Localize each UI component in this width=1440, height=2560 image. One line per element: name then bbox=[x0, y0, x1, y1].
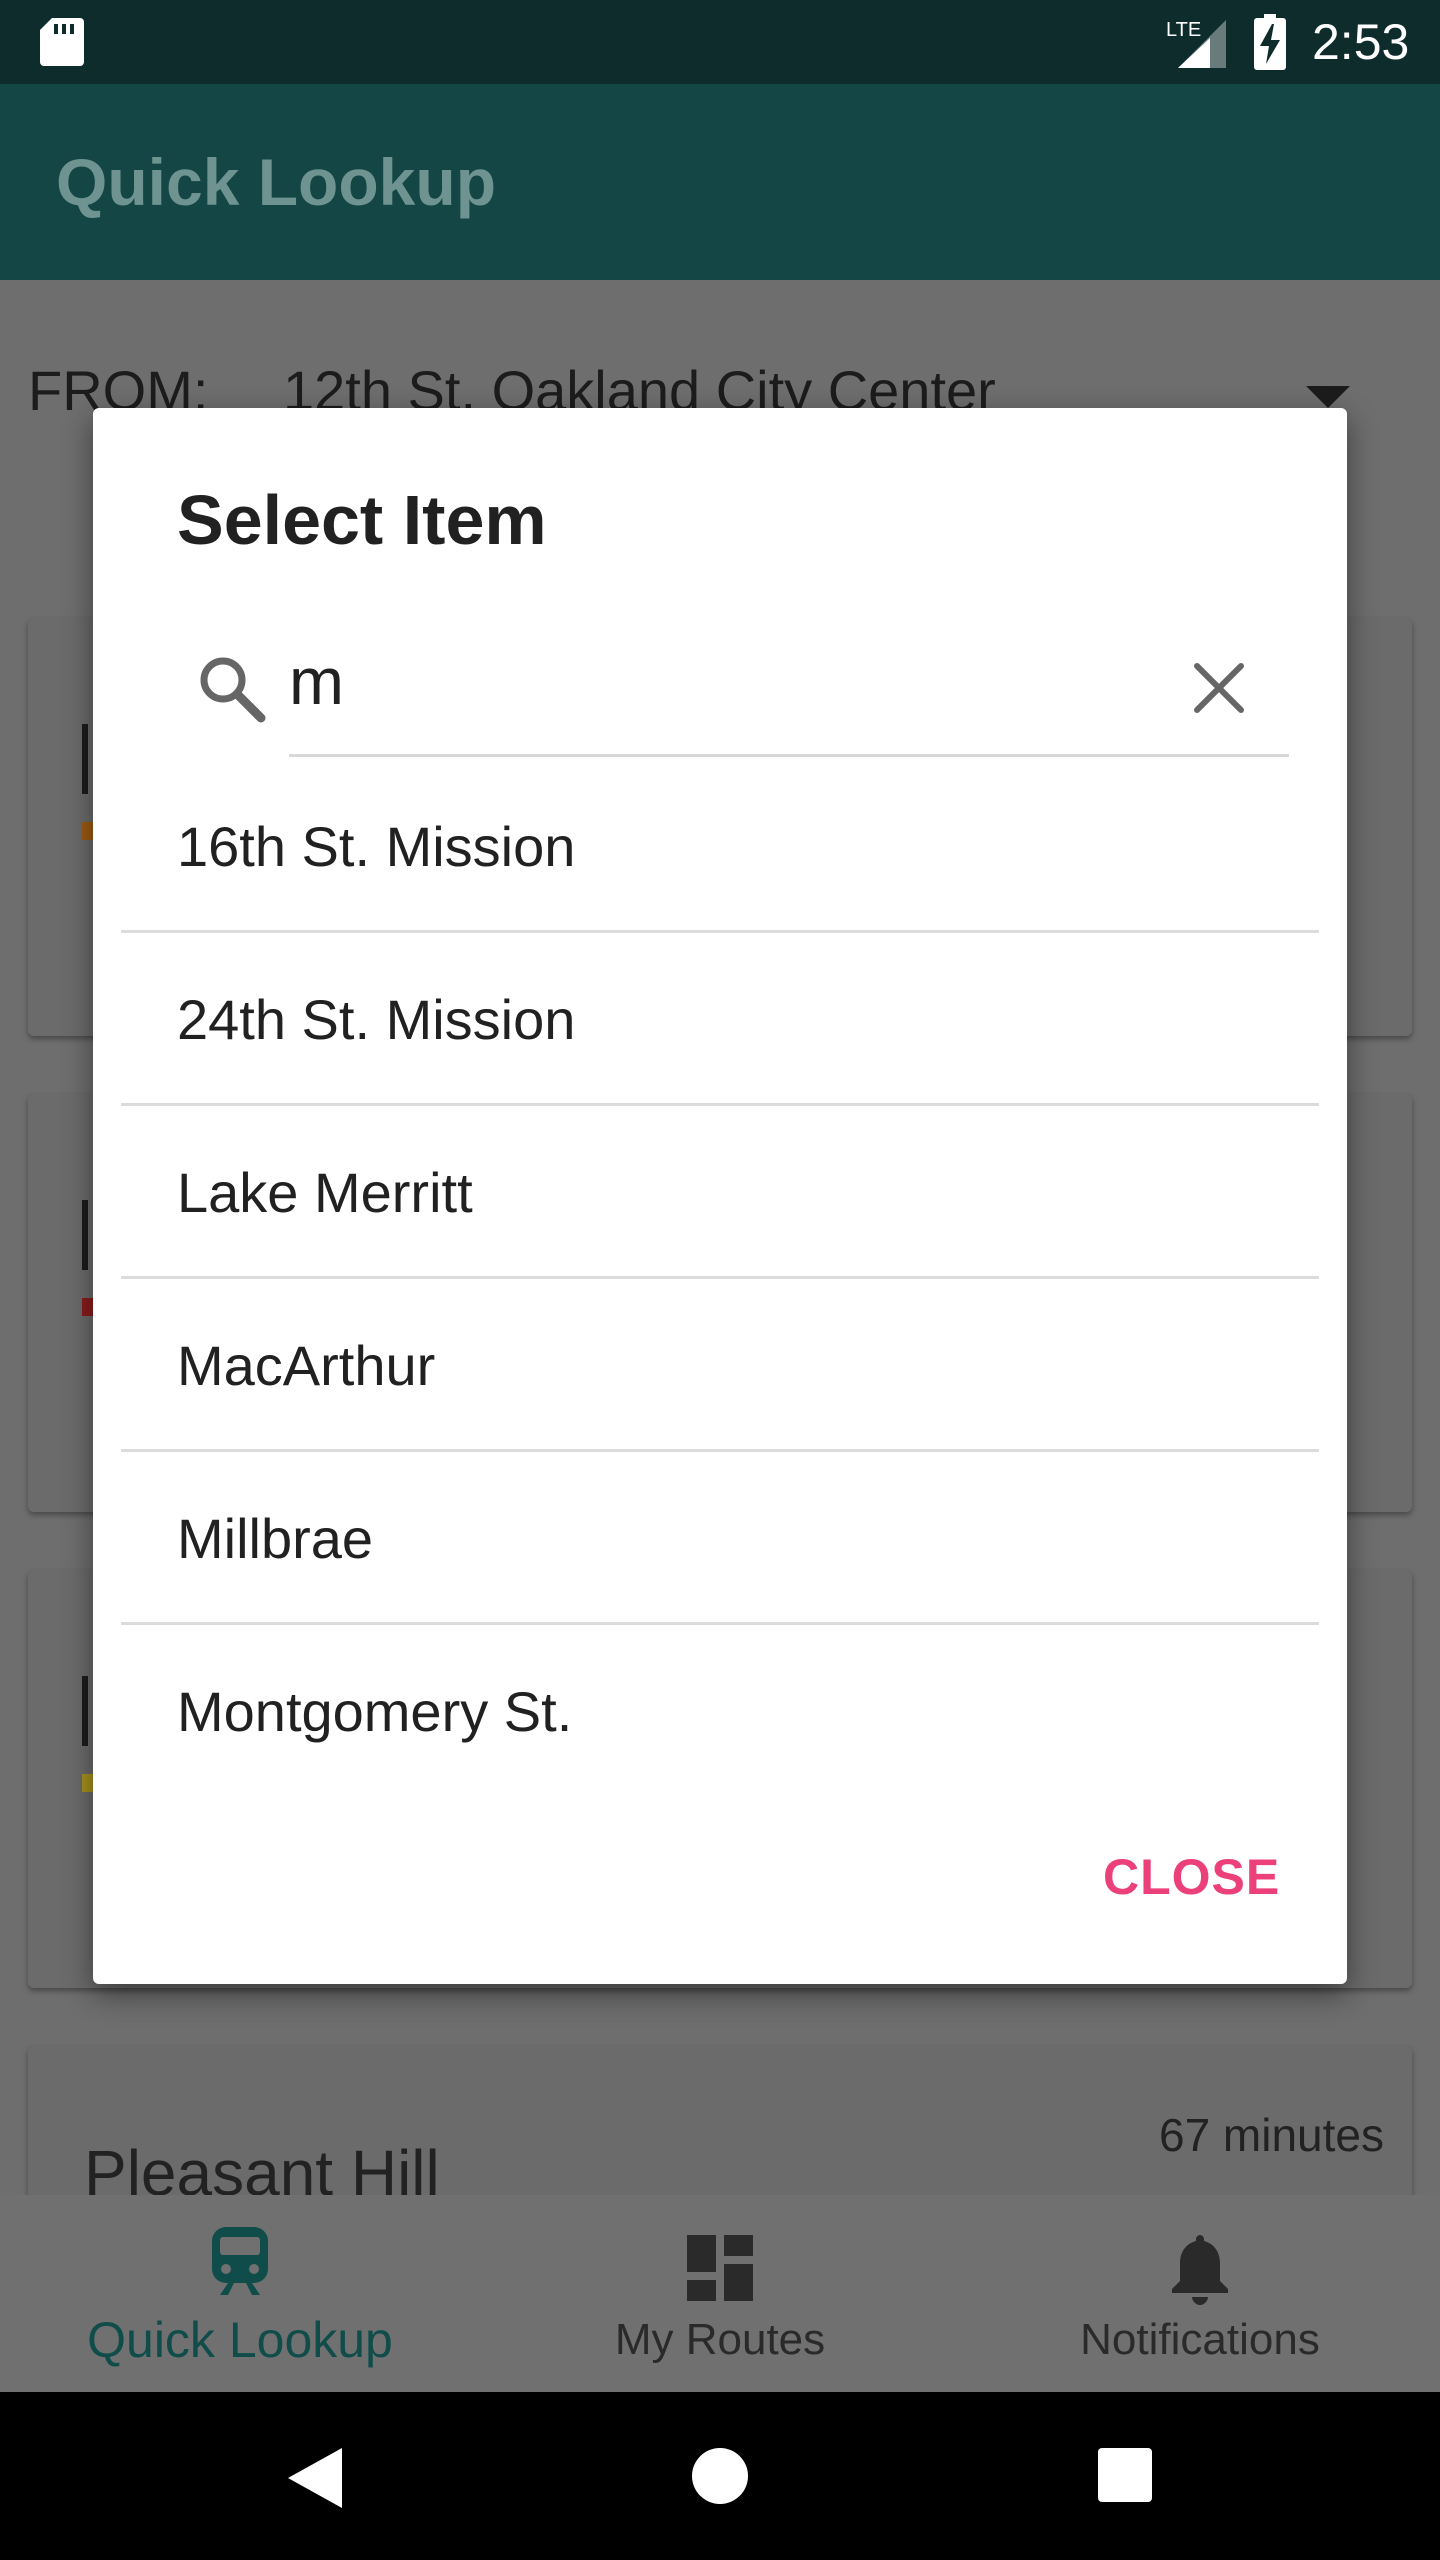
search-input[interactable] bbox=[289, 636, 1189, 726]
bell-icon bbox=[1172, 2235, 1228, 2305]
route-card[interactable]: Pleasant Hill 67 minutes bbox=[28, 2046, 1412, 2209]
list-item-label: 16th St. Mission bbox=[177, 815, 576, 878]
list-item-label: Montgomery St. bbox=[177, 1680, 573, 1743]
app-bar: Quick Lookup bbox=[0, 84, 1440, 280]
card-line-mark bbox=[82, 724, 88, 794]
search-underline bbox=[289, 754, 1289, 757]
svg-text:LTE: LTE bbox=[1166, 19, 1201, 41]
dropdown-arrow-icon[interactable] bbox=[1306, 386, 1350, 408]
station-list: 16th St. Mission 24th St. Mission Lake M… bbox=[121, 760, 1319, 1795]
card-line-mark bbox=[82, 1200, 88, 1270]
list-item-label: MacArthur bbox=[177, 1334, 436, 1397]
search-row bbox=[93, 620, 1347, 750]
status-bar: LTE 2:53 bbox=[0, 0, 1440, 84]
sd-card-icon bbox=[40, 18, 84, 66]
list-item[interactable]: MacArthur bbox=[121, 1279, 1319, 1452]
list-item[interactable]: 24th St. Mission bbox=[121, 933, 1319, 1106]
select-item-dialog: Select Item 16th St. Mission 24th St. Mi… bbox=[93, 408, 1347, 1984]
back-icon[interactable] bbox=[288, 2448, 342, 2508]
recents-icon[interactable] bbox=[1098, 2448, 1152, 2502]
nav-label: Notifications bbox=[1080, 2315, 1320, 2364]
signal-icon: LTE bbox=[1166, 19, 1226, 68]
search-icon bbox=[200, 657, 266, 723]
dialog-title: Select Item bbox=[177, 481, 547, 559]
nav-item-my-routes[interactable]: My Routes bbox=[480, 2195, 960, 2392]
list-item-label: Lake Merritt bbox=[177, 1161, 473, 1224]
dashboard-icon bbox=[687, 2235, 753, 2301]
battery-charging-icon bbox=[1254, 14, 1286, 70]
list-item[interactable]: Montgomery St. bbox=[121, 1625, 1319, 1795]
list-item-label: 24th St. Mission bbox=[177, 988, 576, 1051]
close-icon[interactable] bbox=[1191, 660, 1247, 716]
nav-label: My Routes bbox=[614, 2315, 826, 2364]
bottom-navigation: Quick Lookup My Routes Notifications bbox=[0, 2195, 1440, 2392]
home-icon[interactable] bbox=[692, 2448, 748, 2504]
list-item-label: Millbrae bbox=[177, 1507, 374, 1570]
list-item[interactable]: Lake Merritt bbox=[121, 1106, 1319, 1279]
nav-item-notifications[interactable]: Notifications bbox=[960, 2195, 1440, 2392]
train-icon bbox=[212, 2227, 268, 2295]
app-title: Quick Lookup bbox=[56, 145, 497, 219]
nav-label: Quick Lookup bbox=[87, 2312, 393, 2368]
list-item[interactable]: 16th St. Mission bbox=[121, 760, 1319, 933]
list-item[interactable]: Millbrae bbox=[121, 1452, 1319, 1625]
eta-text: 67 minutes bbox=[1158, 2109, 1384, 2161]
close-button[interactable]: CLOSE bbox=[1103, 1848, 1280, 1906]
system-navigation-bar bbox=[0, 2392, 1440, 2560]
clock: 2:53 bbox=[1312, 14, 1410, 70]
nav-item-quick-lookup[interactable]: Quick Lookup bbox=[0, 2195, 480, 2392]
card-line-mark bbox=[82, 1676, 88, 1746]
